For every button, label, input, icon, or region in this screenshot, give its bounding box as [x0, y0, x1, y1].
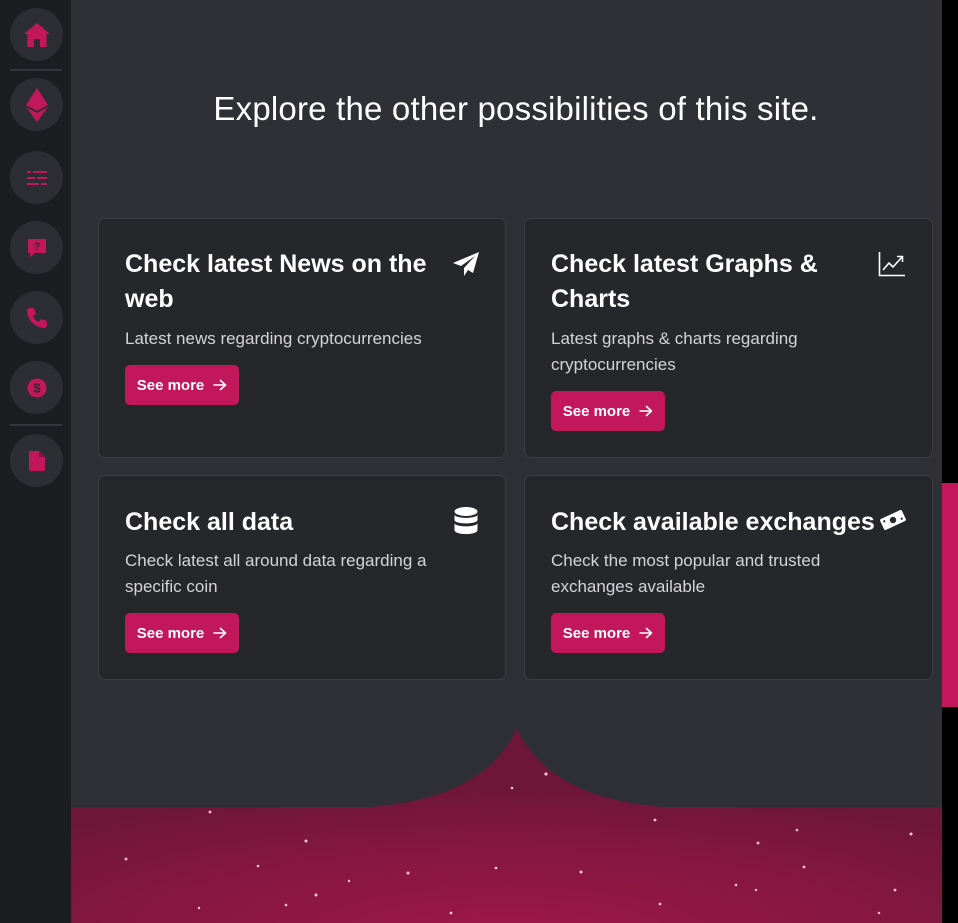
money-bill-icon — [880, 510, 906, 530]
see-more-button[interactable]: See more — [125, 613, 239, 653]
card-title: Check latest Graphs & Charts — [551, 250, 818, 313]
decorative-wave — [71, 728, 942, 923]
list-icon — [26, 170, 47, 185]
svg-text:$: $ — [33, 380, 41, 395]
sidebar-item-faq[interactable]: ? — [10, 221, 63, 274]
scrollbar-thumb[interactable] — [942, 483, 958, 707]
arrow-right-icon — [639, 627, 653, 639]
paper-plane-icon — [453, 252, 479, 276]
see-more-label: See more — [562, 402, 631, 420]
sidebar-divider — [10, 69, 62, 71]
scrollbar-track[interactable] — [942, 0, 958, 923]
arrow-right-icon — [639, 405, 653, 417]
sidebar-item-list[interactable] — [10, 151, 63, 204]
file-icon — [28, 450, 45, 471]
see-more-label: See more — [562, 624, 631, 642]
chart-line-icon — [878, 252, 905, 277]
page-title: Explore the other possibilities of this … — [213, 90, 819, 127]
arrow-right-icon — [213, 627, 227, 639]
phone-icon — [26, 307, 47, 328]
card-title: Check available exchanges — [551, 508, 875, 536]
see-more-button[interactable]: See more — [551, 391, 665, 431]
card-description: Latest news regarding cryptocurrencies — [125, 329, 422, 348]
question-icon: ? — [27, 238, 46, 257]
see-more-button[interactable]: See more — [125, 365, 239, 405]
svg-text:?: ? — [33, 241, 40, 253]
card-data: Check all data Check latest all around d… — [98, 475, 506, 680]
card-description: Check the most popular and trusted excha… — [551, 551, 821, 596]
card-title: Check all data — [125, 508, 294, 536]
card-news: Check latest News on the web Latest news… — [98, 218, 506, 458]
main-content: Explore the other possibilities of this … — [71, 0, 942, 923]
arrow-right-icon — [213, 379, 227, 391]
ethereum-icon — [25, 87, 48, 122]
sidebar-item-contact[interactable] — [10, 291, 63, 344]
database-icon — [454, 507, 478, 535]
see-more-label: See more — [136, 376, 205, 394]
sidebar: ? $ — [0, 0, 71, 923]
sidebar-divider — [10, 424, 62, 426]
card-exchanges: Check available exchanges Check the most… — [524, 475, 933, 680]
sidebar-item-donate[interactable]: $ — [10, 361, 63, 414]
sidebar-item-ethereum[interactable] — [10, 78, 63, 131]
card-description: Latest graphs & charts regarding cryptoc… — [551, 329, 798, 374]
see-more-button[interactable]: See more — [551, 613, 665, 653]
sidebar-item-docs[interactable] — [10, 434, 63, 487]
dollar-coin-icon: $ — [27, 378, 46, 397]
card-description: Check latest all around data regarding a… — [125, 551, 427, 596]
card-graphs: Check latest Graphs & Charts Latest grap… — [524, 218, 933, 458]
sidebar-item-home[interactable] — [10, 8, 63, 61]
home-icon — [23, 22, 50, 47]
see-more-label: See more — [136, 624, 205, 642]
card-title: Check latest News on the web — [125, 250, 427, 313]
